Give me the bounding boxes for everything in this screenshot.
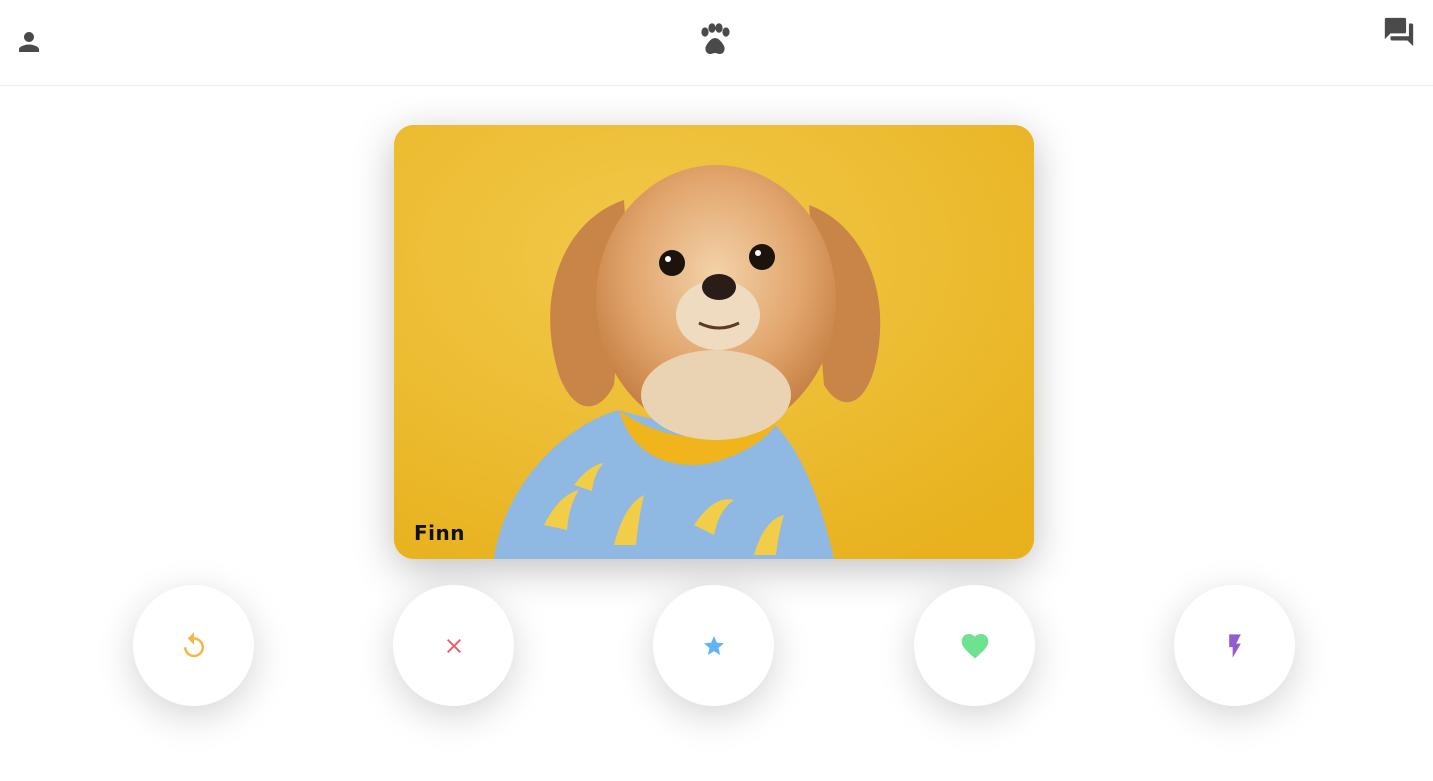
boost-button[interactable] — [1174, 585, 1295, 706]
paw-icon[interactable] — [697, 23, 733, 57]
heart-icon — [961, 633, 988, 658]
undo-button[interactable] — [133, 585, 254, 706]
star-icon — [703, 635, 724, 655]
bolt-icon — [1228, 633, 1241, 658]
close-icon — [446, 638, 461, 653]
pet-name: Finn — [414, 521, 465, 545]
nope-button[interactable] — [393, 585, 514, 706]
like-button[interactable] — [914, 585, 1035, 706]
profile-card[interactable]: Finn — [394, 125, 1034, 559]
dog-photo — [394, 125, 1034, 559]
person-icon[interactable] — [14, 27, 44, 57]
undo-icon — [183, 631, 204, 657]
forum-icon[interactable] — [1382, 15, 1416, 49]
top-bar — [0, 0, 1433, 86]
super-like-button[interactable] — [653, 585, 774, 706]
